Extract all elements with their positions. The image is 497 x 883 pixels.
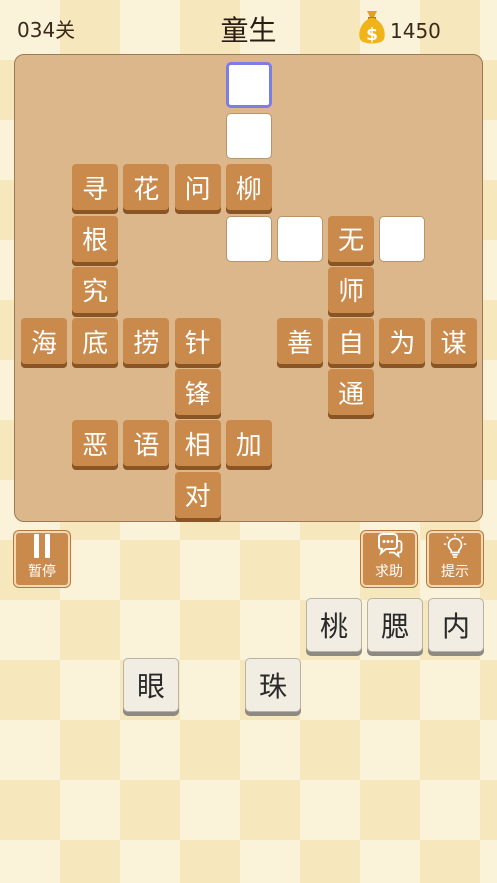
coin-count: 1450 [390,19,441,43]
pause-label: 暂停 [28,564,56,580]
board-tile[interactable]: 语 [123,420,170,467]
board-tile[interactable]: 自 [328,318,375,364]
money-bag-icon: $ [359,11,385,45]
board-slot[interactable] [379,215,426,262]
board-slot[interactable] [277,215,323,262]
board-tile[interactable]: 师 [328,266,375,313]
board-tile[interactable]: 对 [174,471,221,518]
board-tile[interactable]: 究 [72,266,119,313]
top-bar: 034关 童生 $ 1450 [0,0,497,52]
board-tile[interactable]: 花 [123,164,170,211]
help-label: 求助 [375,564,403,580]
puzzle-board: 寻花问柳根 无究 师海底捞针 善自为谋锋 通恶语相加对 [14,54,483,522]
board-tile[interactable]: 通 [328,369,375,416]
board-tile[interactable]: 无 [328,215,375,262]
lightbulb-icon [443,533,467,558]
pause-icon [34,534,50,558]
board-tile[interactable]: 为 [379,318,426,364]
board-tile[interactable]: 相 [174,420,221,467]
board-tile[interactable]: 加 [225,420,272,467]
board-tile[interactable]: 柳 [225,164,272,211]
coin-counter: $ 1450 [356,8,441,48]
candidate-tile[interactable]: 腮 [367,598,423,652]
board-tile[interactable]: 捞 [123,318,170,364]
board-tile[interactable]: 锋 [174,369,221,416]
board-tile[interactable]: 底 [72,318,119,364]
candidate-tile[interactable]: 珠 [245,658,301,712]
board-slot-selected[interactable] [225,62,272,108]
board-tile[interactable]: 恶 [72,420,119,467]
board-slot[interactable] [225,215,272,262]
candidate-tile[interactable]: 桃 [306,598,362,652]
board-tile[interactable]: 针 [174,318,221,364]
board-tile[interactable]: 谋 [430,318,477,364]
pause-button[interactable]: 暂停 [14,531,70,587]
candidate-tile[interactable]: 眼 [123,658,179,712]
board-tile[interactable]: 善 [277,318,323,364]
svg-text:$: $ [366,25,378,45]
board-tile[interactable]: 寻 [72,164,119,211]
hint-label: 提示 [441,564,469,580]
board-slot[interactable] [225,113,272,160]
chat-bubble-icon [378,533,403,559]
candidate-tile[interactable]: 内 [428,598,484,652]
help-button[interactable]: 求助 [361,531,417,587]
board-tile[interactable]: 海 [21,318,67,364]
board-tile[interactable]: 问 [174,164,221,211]
board-tile[interactable]: 根 [72,215,119,262]
hint-button[interactable]: 提示 [427,531,483,587]
